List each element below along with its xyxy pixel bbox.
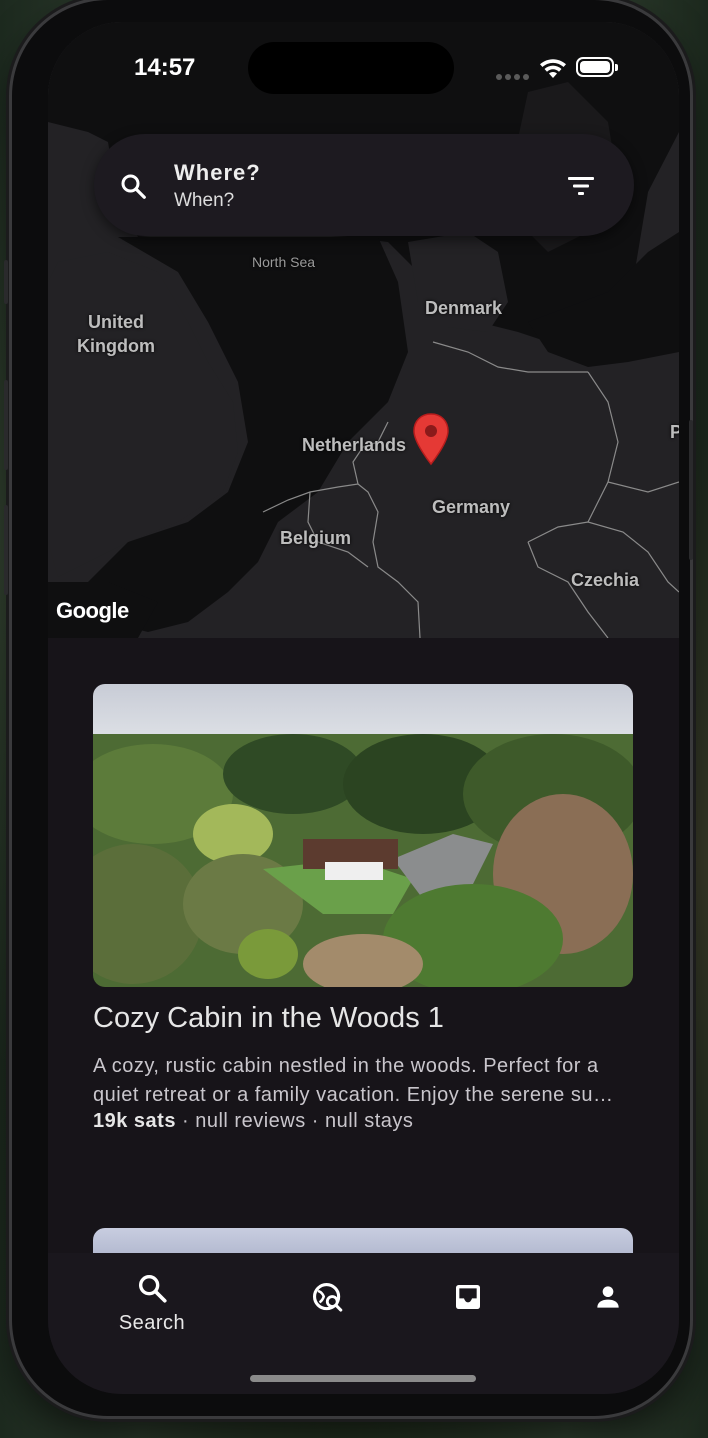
- map-label-czechia: Czechia: [571, 570, 640, 590]
- listing-description: A cozy, rustic cabin nestled in the wood…: [93, 1052, 633, 1110]
- signal-icon: [496, 74, 529, 80]
- listing-meta: 19k sats · null reviews · null stays: [93, 1110, 413, 1133]
- volume-down-button: [4, 505, 8, 595]
- volume-up-button: [4, 380, 8, 470]
- search-bar[interactable]: Where? When?: [94, 134, 634, 236]
- listing-description-line-1: A cozy, rustic cabin nestled in the wood…: [93, 1055, 599, 1077]
- mute-switch: [4, 260, 8, 304]
- nav-item-profile[interactable]: [548, 1281, 668, 1318]
- map-label-belgium: Belgium: [280, 528, 352, 548]
- map-view[interactable]: North Sea United Kingdom Denmark Netherl…: [48, 22, 679, 638]
- travel-explore-icon: [312, 1282, 343, 1312]
- battery-icon: [576, 57, 618, 77]
- nav-item-inbox[interactable]: [408, 1281, 528, 1318]
- app-screen: North Sea United Kingdom Denmark Netherl…: [48, 22, 679, 1394]
- listing-price: 19k sats: [93, 1110, 176, 1132]
- filter-icon[interactable]: [566, 174, 596, 198]
- search-icon: [138, 1274, 167, 1303]
- inbox-icon: [456, 1285, 480, 1309]
- map-pin-icon[interactable]: [412, 412, 450, 466]
- nav-item-search[interactable]: Search: [92, 1271, 212, 1335]
- search-where-label[interactable]: Where?: [174, 160, 261, 186]
- search-when-label[interactable]: When?: [174, 190, 234, 212]
- bottom-nav: Search: [48, 1253, 679, 1394]
- phone-frame: North Sea United Kingdom Denmark Netherl…: [4, 0, 693, 1416]
- map-label-netherlands: Netherlands: [302, 435, 407, 455]
- listing-photo: [93, 684, 633, 987]
- listing-image[interactable]: [93, 684, 633, 987]
- nav-label-search: Search: [118, 1312, 186, 1334]
- google-attribution: Google: [56, 598, 129, 623]
- listing-title[interactable]: Cozy Cabin in the Woods 1: [93, 1002, 444, 1035]
- power-button: [689, 420, 693, 560]
- listing-reviews: · null reviews · null stays: [175, 1110, 414, 1132]
- map-label-north-sea: North Sea: [252, 254, 316, 270]
- map-label-uk: United Kingdom: [77, 312, 155, 356]
- search-icon: [121, 174, 146, 199]
- map-label-edge: P: [670, 422, 679, 442]
- nav-item-explore[interactable]: [268, 1281, 388, 1320]
- map-label-denmark: Denmark: [425, 298, 503, 318]
- home-indicator[interactable]: [250, 1375, 476, 1382]
- listing-description-line-2: quiet retreat or a family vacation. Enjo…: [93, 1084, 614, 1106]
- status-time: 14:57: [134, 54, 196, 81]
- person-icon: [597, 1286, 619, 1308]
- wifi-icon: [540, 59, 566, 78]
- map-label-germany: Germany: [432, 497, 511, 517]
- dynamic-island: [248, 42, 454, 94]
